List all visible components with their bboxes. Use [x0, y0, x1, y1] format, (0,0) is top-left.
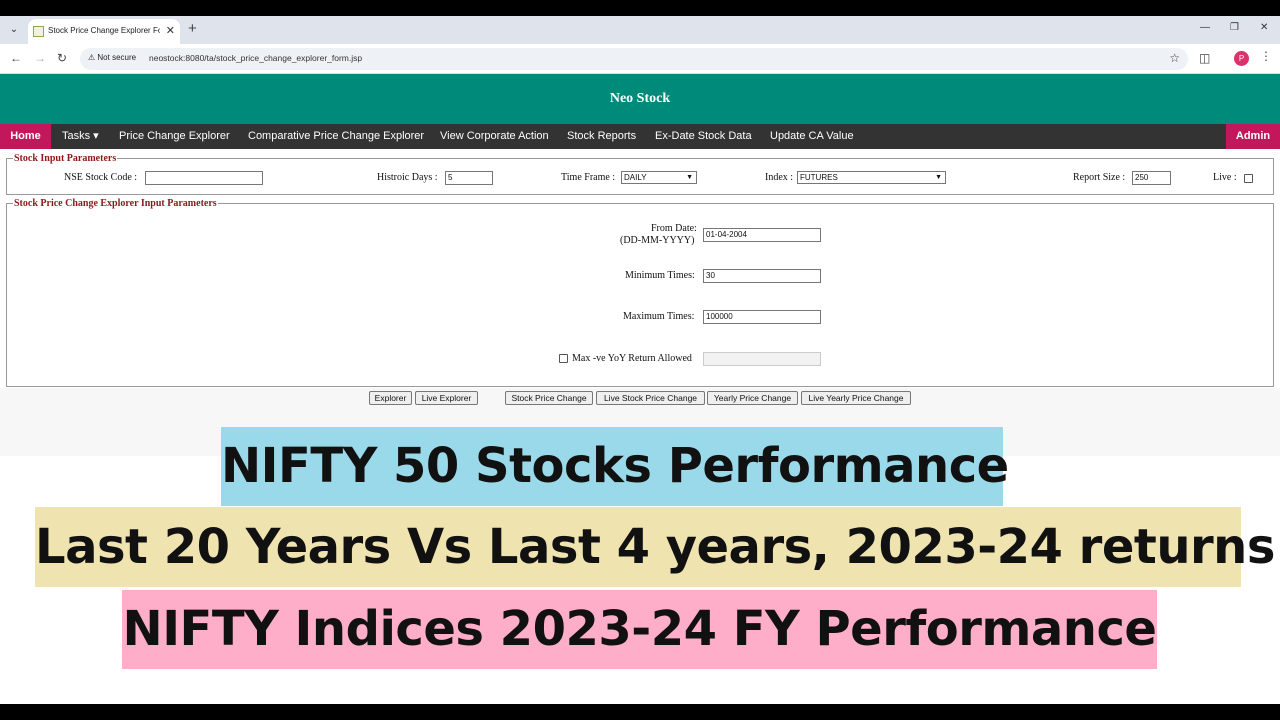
live-stock-price-change-button[interactable]: Live Stock Price Change: [596, 391, 705, 405]
explorer-input-legend: Stock Price Change Explorer Input Parame…: [14, 198, 217, 209]
nav-view-corporate-action[interactable]: View Corporate Action: [440, 124, 549, 149]
tab-title: Stock Price Change Explorer Fo: [48, 26, 160, 35]
site-title: Neo Stock: [609, 91, 671, 106]
caption-20-vs-4-years: Last 20 Years Vs Last 4 years, 2023-24 r…: [35, 507, 1275, 587]
nav-admin[interactable]: Admin: [1226, 124, 1280, 149]
restore-icon[interactable]: ❐: [1230, 22, 1239, 33]
browser-toolbar: ← → ↻ ⚠ Not secure neostock:8080/ta/stoc…: [0, 44, 1280, 74]
caption-nifty-50-performance: NIFTY 50 Stocks Performance: [221, 427, 1009, 506]
yearly-price-change-button[interactable]: Yearly Price Change: [707, 391, 798, 405]
favicon-icon: [33, 26, 44, 37]
time-frame-select[interactable]: DAILY ▼: [621, 171, 697, 184]
nav-home[interactable]: Home: [0, 124, 51, 149]
browser-tabstrip: ⌄ Stock Price Change Explorer Fo ✕ + — ❐…: [0, 16, 1280, 44]
index-select[interactable]: FUTURES ▼: [797, 171, 946, 184]
letterbox-top: [0, 0, 1280, 16]
minimize-icon[interactable]: —: [1200, 22, 1210, 33]
warning-icon: ⚠: [88, 53, 96, 62]
live-checkbox[interactable]: [1244, 174, 1253, 183]
nav-price-change-explorer[interactable]: Price Change Explorer: [119, 124, 230, 149]
time-frame-label: Time Frame :: [561, 172, 616, 183]
tab-search-icon[interactable]: ⌄: [6, 22, 22, 38]
reload-icon[interactable]: ↻: [57, 51, 67, 65]
stock-input-legend: Stock Input Parameters: [14, 153, 117, 164]
historic-days-label: Histroic Days :: [377, 172, 438, 183]
from-date-input[interactable]: 01-04-2004: [703, 228, 821, 242]
nav-stock-reports[interactable]: Stock Reports: [567, 124, 636, 149]
explorer-button[interactable]: Explorer: [369, 391, 412, 405]
window-close-icon[interactable]: ✕: [1260, 22, 1268, 33]
from-date-format-label: (DD-MM-YYYY): [620, 235, 695, 246]
browser-tab[interactable]: Stock Price Change Explorer Fo ✕: [28, 19, 180, 44]
chevron-down-icon: ▼: [935, 174, 942, 181]
not-secure-label: Not secure: [97, 53, 137, 62]
site-header: Neo Stock: [0, 74, 1280, 124]
report-size-input[interactable]: 250: [1132, 171, 1171, 185]
nav-comparative-price-change-explorer[interactable]: Comparative Price Change Explorer: [248, 124, 424, 149]
index-value: FUTURES: [800, 173, 838, 182]
minimum-times-input[interactable]: 30: [703, 269, 821, 283]
nse-stock-code-label: NSE Stock Code :: [64, 172, 138, 183]
bookmark-star-icon[interactable]: ☆: [1169, 51, 1180, 65]
maximum-times-input[interactable]: 100000: [703, 310, 821, 324]
nav-tasks-dropdown[interactable]: Tasks ▾: [62, 124, 99, 149]
address-bar[interactable]: ⚠ Not secure neostock:8080/ta/stock_pric…: [80, 48, 1188, 70]
new-tab-icon[interactable]: +: [188, 20, 197, 37]
live-yearly-price-change-button[interactable]: Live Yearly Price Change: [801, 391, 911, 405]
url-text[interactable]: neostock:8080/ta/stock_price_change_expl…: [149, 53, 362, 63]
profile-avatar[interactable]: P: [1234, 51, 1249, 66]
nav-ex-date-stock-data[interactable]: Ex-Date Stock Data: [655, 124, 752, 149]
report-size-label: Report Size :: [1073, 172, 1126, 183]
maximum-times-label: Maximum Times:: [623, 311, 695, 322]
max-yoy-input: [703, 352, 821, 366]
close-icon[interactable]: ✕: [166, 24, 175, 37]
index-label: Index :: [765, 172, 794, 183]
max-yoy-label: Max -ve YoY Return Allowed: [572, 353, 692, 364]
live-explorer-button[interactable]: Live Explorer: [415, 391, 478, 405]
menu-kebab-icon[interactable]: ⋮: [1260, 49, 1272, 63]
nav-update-ca-value[interactable]: Update CA Value: [770, 124, 854, 149]
caption-nifty-indices-performance: NIFTY Indices 2023-24 FY Performance: [122, 590, 1157, 669]
historic-days-input[interactable]: 5: [445, 171, 493, 185]
security-indicator[interactable]: ⚠ Not secure: [88, 53, 136, 62]
main-navbar: Home Tasks ▾ Price Change Explorer Compa…: [0, 124, 1280, 149]
letterbox-bottom: [0, 704, 1280, 720]
forward-icon[interactable]: →: [34, 51, 46, 65]
live-label: Live :: [1213, 172, 1237, 183]
chevron-down-icon: ▼: [686, 174, 693, 181]
time-frame-value: DAILY: [624, 173, 647, 182]
from-date-label: From Date:: [651, 223, 697, 234]
extensions-icon[interactable]: ◫: [1199, 51, 1210, 65]
back-icon[interactable]: ←: [10, 51, 22, 65]
nse-stock-code-input[interactable]: [145, 171, 263, 185]
minimum-times-label: Minimum Times:: [625, 270, 695, 281]
max-yoy-checkbox[interactable]: [559, 354, 568, 363]
stock-price-change-button[interactable]: Stock Price Change: [505, 391, 593, 405]
